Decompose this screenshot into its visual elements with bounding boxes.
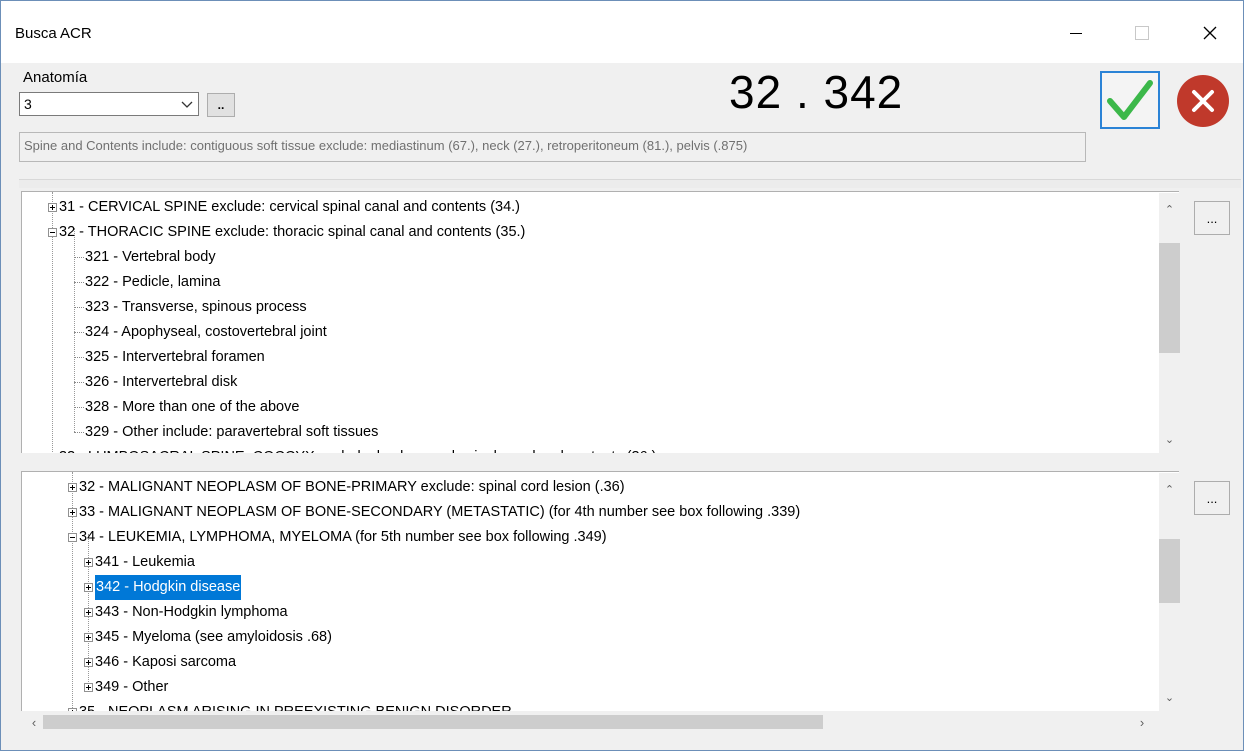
scroll-thumb[interactable] bbox=[1159, 539, 1180, 603]
tree-node[interactable]: 349 - Other bbox=[84, 675, 168, 700]
tree-leaf-connector bbox=[74, 332, 84, 333]
maximize-button[interactable] bbox=[1119, 15, 1165, 51]
anatomy-tree-scrollbar[interactable]: ⌃ ⌄ bbox=[1159, 193, 1180, 453]
scroll-up-icon[interactable]: ⌃ bbox=[1159, 199, 1180, 219]
tree-node-label: 323 - Transverse, spinous process bbox=[85, 299, 307, 315]
tree-leaf-connector bbox=[74, 407, 84, 408]
tree-node[interactable]: 325 - Intervertebral foramen bbox=[74, 345, 265, 370]
scroll-down-icon[interactable]: ⌄ bbox=[1159, 429, 1180, 449]
title-bar: Busca ACR bbox=[1, 1, 1243, 63]
tree-node[interactable]: 32 - MALIGNANT NEOPLASM OF BONE-PRIMARY … bbox=[68, 475, 625, 500]
collapse-icon[interactable] bbox=[48, 228, 57, 237]
ok-button[interactable] bbox=[1100, 71, 1160, 129]
tree-node[interactable]: 32 - THORACIC SPINE exclude: thoracic sp… bbox=[48, 220, 525, 245]
horizontal-scroll-thumb[interactable] bbox=[43, 715, 823, 729]
tree-node-label: 325 - Intervertebral foramen bbox=[85, 349, 265, 365]
expand-icon[interactable] bbox=[68, 508, 77, 517]
expand-icon[interactable] bbox=[84, 658, 93, 667]
scroll-right-icon[interactable]: › bbox=[1133, 713, 1151, 731]
tree-node[interactable]: 33 - LUMBOSACRAL SPINE, COCCYX exclude: … bbox=[48, 445, 656, 453]
tree-node[interactable]: 328 - More than one of the above bbox=[74, 395, 299, 420]
tree-node[interactable]: 326 - Intervertebral disk bbox=[74, 370, 237, 395]
horizontal-scrollbar[interactable]: ‹ › bbox=[21, 711, 1179, 733]
pathology-tree[interactable]: 32 - MALIGNANT NEOPLASM OF BONE-PRIMARY … bbox=[21, 471, 1179, 711]
tree-node-label: 33 - LUMBOSACRAL SPINE, COCCYX exclude: … bbox=[59, 445, 656, 453]
maximize-icon bbox=[1135, 26, 1149, 40]
tree-node-label: 349 - Other bbox=[95, 679, 169, 695]
tree-node-label: 329 - Other include: paravertebral soft … bbox=[85, 424, 379, 440]
tree-leaf-connector bbox=[74, 282, 84, 283]
tree-node[interactable]: 342 - Hodgkin disease bbox=[84, 575, 242, 600]
anatomy-more-button[interactable]: ... bbox=[1194, 201, 1230, 235]
tree-node[interactable]: 321 - Vertebral body bbox=[74, 245, 216, 270]
scroll-thumb[interactable] bbox=[1159, 243, 1180, 353]
cancel-button[interactable] bbox=[1175, 73, 1231, 129]
tree-node[interactable]: 341 - Leukemia bbox=[84, 550, 195, 575]
checkmark-icon bbox=[1107, 80, 1153, 120]
anatomy-select-value: 3 bbox=[24, 96, 32, 112]
anatomy-select[interactable]: 3 bbox=[19, 92, 199, 116]
tree-node[interactable]: 31 - CERVICAL SPINE exclude: cervical sp… bbox=[48, 195, 520, 220]
tree-node-label: 34 - LEUKEMIA, LYMPHOMA, MYELOMA (for 5t… bbox=[79, 529, 607, 545]
section-divider bbox=[19, 179, 1241, 188]
anatomy-browse-button[interactable]: .. bbox=[207, 93, 235, 117]
collapse-icon[interactable] bbox=[68, 533, 77, 542]
tree-node-label: 342 - Hodgkin disease bbox=[95, 575, 242, 600]
tree-node-label: 326 - Intervertebral disk bbox=[85, 374, 238, 390]
scroll-left-icon[interactable]: ‹ bbox=[25, 713, 43, 731]
tree-node-label: 343 - Non-Hodgkin lymphoma bbox=[95, 604, 288, 620]
tree-node-label: 32 - MALIGNANT NEOPLASM OF BONE-PRIMARY … bbox=[79, 479, 625, 495]
pathology-tree-scrollbar[interactable]: ⌃ ⌄ bbox=[1159, 473, 1180, 711]
minimize-button[interactable] bbox=[1053, 15, 1099, 51]
tree-leaf-connector bbox=[74, 307, 84, 308]
cancel-icon bbox=[1177, 75, 1229, 127]
tree-node[interactable]: 343 - Non-Hodgkin lymphoma bbox=[84, 600, 288, 625]
tree-node[interactable]: 324 - Apophyseal, costovertebral joint bbox=[74, 320, 327, 345]
tree-leaf-connector bbox=[74, 382, 84, 383]
close-button[interactable] bbox=[1187, 15, 1233, 51]
expand-icon[interactable] bbox=[84, 608, 93, 617]
scroll-down-icon[interactable]: ⌄ bbox=[1159, 687, 1180, 707]
tree-node[interactable]: 322 - Pedicle, lamina bbox=[74, 270, 220, 295]
pathology-more-button[interactable]: ... bbox=[1194, 481, 1230, 515]
tree-node-label: 322 - Pedicle, lamina bbox=[85, 274, 221, 290]
tree-node-label: 31 - CERVICAL SPINE exclude: cervical sp… bbox=[59, 199, 521, 215]
expand-icon[interactable] bbox=[84, 583, 93, 592]
tree-node[interactable]: 33 - MALIGNANT NEOPLASM OF BONE-SECONDAR… bbox=[68, 500, 800, 525]
tree-node[interactable]: 34 - LEUKEMIA, LYMPHOMA, MYELOMA (for 5t… bbox=[68, 525, 607, 550]
tree-node-label: 35 - NEOPLASM ARISING IN PREEXISTING BEN… bbox=[79, 700, 512, 711]
tree-node-label: 328 - More than one of the above bbox=[85, 399, 300, 415]
tree-node[interactable]: 329 - Other include: paravertebral soft … bbox=[74, 420, 378, 445]
expand-icon[interactable] bbox=[84, 558, 93, 567]
tree-node-label: 321 - Vertebral body bbox=[85, 249, 216, 265]
expand-icon[interactable] bbox=[68, 483, 77, 492]
tree-node[interactable]: 345 - Myeloma (see amyloidosis .68) bbox=[84, 625, 332, 650]
tree-node[interactable]: 346 - Kaposi sarcoma bbox=[84, 650, 236, 675]
window-title: Busca ACR bbox=[15, 25, 92, 42]
tree-node-label: 324 - Apophyseal, costovertebral joint bbox=[85, 324, 327, 340]
tree-leaf-connector bbox=[74, 357, 84, 358]
expand-icon[interactable] bbox=[48, 203, 57, 212]
acr-code-display: 32 . 342 bbox=[729, 66, 904, 118]
anatomy-tree[interactable]: 31 - CERVICAL SPINE exclude: cervical sp… bbox=[21, 191, 1179, 453]
minimize-icon bbox=[1070, 32, 1082, 34]
tree-node-label: 341 - Leukemia bbox=[95, 554, 195, 570]
tree-leaf-connector bbox=[74, 432, 84, 433]
busca-acr-window: Busca ACR Anatomía 3 .. 32 . 342 Spine a… bbox=[0, 0, 1244, 751]
anatomy-description-field: Spine and Contents include: contiguous s… bbox=[19, 132, 1086, 162]
expand-icon[interactable] bbox=[84, 683, 93, 692]
expand-icon[interactable] bbox=[84, 633, 93, 642]
tree-node[interactable]: 35 - NEOPLASM ARISING IN PREEXISTING BEN… bbox=[68, 700, 512, 711]
tree-node-label: 346 - Kaposi sarcoma bbox=[95, 654, 237, 670]
anatomy-label: Anatomía bbox=[23, 69, 88, 86]
chevron-down-icon bbox=[181, 101, 193, 108]
scroll-up-icon[interactable]: ⌃ bbox=[1159, 479, 1180, 499]
tree-leaf-connector bbox=[74, 257, 84, 258]
tree-node[interactable]: 323 - Transverse, spinous process bbox=[74, 295, 307, 320]
close-icon bbox=[1203, 26, 1217, 40]
tree-node-label: 345 - Myeloma (see amyloidosis .68) bbox=[95, 629, 332, 645]
tree-node-label: 32 - THORACIC SPINE exclude: thoracic sp… bbox=[59, 224, 526, 240]
tree-node-label: 33 - MALIGNANT NEOPLASM OF BONE-SECONDAR… bbox=[79, 504, 801, 520]
